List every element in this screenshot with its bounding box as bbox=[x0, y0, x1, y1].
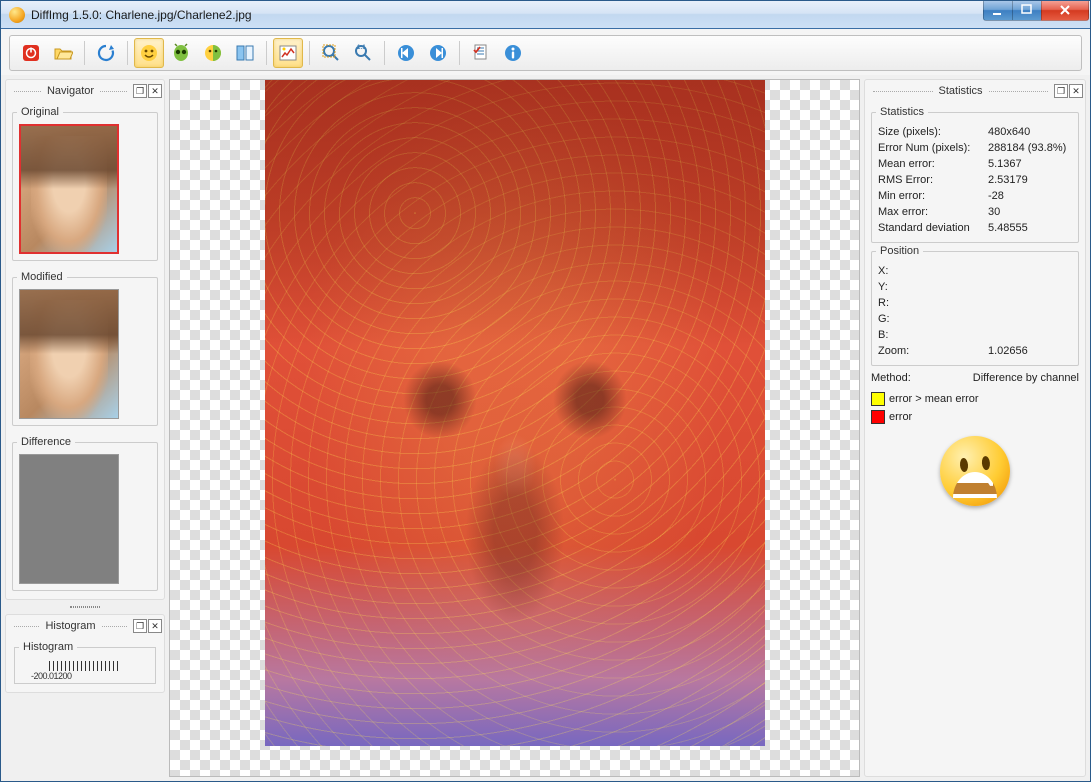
histogram-group: Histogram -200.01200 bbox=[14, 641, 156, 684]
statistics-title: Statistics bbox=[939, 85, 983, 97]
histogram-title: Histogram bbox=[45, 620, 95, 632]
maximize-button[interactable] bbox=[1012, 1, 1042, 21]
preferences-button[interactable] bbox=[466, 38, 496, 68]
original-label: Original bbox=[17, 106, 63, 118]
original-group: Original bbox=[12, 106, 158, 261]
position-group: Position X: Y: R: G: B: Zoom:1.02656 bbox=[871, 245, 1079, 366]
pos-y-label: Y: bbox=[878, 281, 988, 293]
stat-rms-label: RMS Error: bbox=[878, 174, 988, 186]
legend-yellow-swatch bbox=[871, 392, 885, 406]
show-diff-image-button[interactable] bbox=[273, 38, 303, 68]
statistics-group: Statistics Size (pixels):480x640 Error N… bbox=[871, 106, 1079, 243]
modified-thumbnail[interactable] bbox=[19, 289, 119, 419]
next-button[interactable] bbox=[423, 38, 453, 68]
difference-group: Difference bbox=[12, 436, 158, 591]
method-label: Method: bbox=[871, 372, 921, 384]
navigator-close-button[interactable]: ✕ bbox=[148, 84, 162, 98]
statistics-panel: Statistics ❐ ✕ Statistics Size (pixels):… bbox=[864, 79, 1086, 777]
stat-rms-value: 2.53179 bbox=[988, 174, 1072, 186]
histogram-float-button[interactable]: ❐ bbox=[133, 619, 147, 633]
minimize-button[interactable] bbox=[983, 1, 1013, 21]
navigator-body: Original Modified Difference bbox=[8, 100, 162, 597]
navigator-title: Navigator bbox=[47, 85, 94, 97]
stat-errnum-label: Error Num (pixels): bbox=[878, 142, 988, 154]
navigator-panel: Navigator ❐ ✕ Original Modified bbox=[5, 79, 165, 600]
show-original-button[interactable] bbox=[134, 38, 164, 68]
show-difference-button[interactable] bbox=[198, 38, 228, 68]
histogram-group-label: Histogram bbox=[19, 641, 77, 653]
left-column: Navigator ❐ ✕ Original Modified bbox=[5, 79, 165, 777]
stat-mean-label: Mean error: bbox=[878, 158, 988, 170]
pos-r-value bbox=[988, 297, 1072, 309]
window-controls bbox=[984, 1, 1089, 21]
pos-r-label: R: bbox=[878, 297, 988, 309]
statistics-float-button[interactable]: ❐ bbox=[1054, 84, 1068, 98]
app-window: DiffImg 1.5.0: Charlene.jpg/Charlene2.jp… bbox=[0, 0, 1091, 782]
pos-g-label: G: bbox=[878, 313, 988, 325]
sad-face-icon bbox=[940, 436, 1010, 506]
stat-max-value: 30 bbox=[988, 206, 1072, 218]
method-value: Difference by channel bbox=[921, 372, 1079, 384]
navigator-header: Navigator ❐ ✕ bbox=[8, 82, 162, 100]
legend-red-swatch bbox=[871, 410, 885, 424]
legend-yellow-label: error > mean error bbox=[889, 393, 979, 405]
pos-b-value bbox=[988, 329, 1072, 341]
content-area: Navigator ❐ ✕ Original Modified bbox=[1, 75, 1090, 781]
fit-window-button[interactable] bbox=[316, 38, 346, 68]
histogram-ruler bbox=[49, 661, 119, 671]
prev-button[interactable] bbox=[391, 38, 421, 68]
statistics-header: Statistics ❐ ✕ bbox=[867, 82, 1083, 100]
statistics-body: Statistics Size (pixels):480x640 Error N… bbox=[867, 100, 1083, 520]
statistics-close-button[interactable]: ✕ bbox=[1069, 84, 1083, 98]
window-title: DiffImg 1.5.0: Charlene.jpg/Charlene2.jp… bbox=[31, 8, 984, 22]
refresh-button[interactable] bbox=[91, 38, 121, 68]
close-button[interactable] bbox=[1041, 1, 1089, 21]
modified-label: Modified bbox=[17, 271, 67, 283]
difference-label: Difference bbox=[17, 436, 75, 448]
stat-size-value: 480x640 bbox=[988, 126, 1072, 138]
pos-zoom-value: 1.02656 bbox=[988, 345, 1072, 357]
titlebar[interactable]: DiffImg 1.5.0: Charlene.jpg/Charlene2.jp… bbox=[1, 1, 1090, 29]
about-button[interactable] bbox=[498, 38, 528, 68]
toolbar-area: 1:1 bbox=[1, 29, 1090, 75]
stat-min-value: -28 bbox=[988, 190, 1072, 202]
stat-stddev-value: 5.48555 bbox=[988, 222, 1072, 234]
stat-size-label: Size (pixels): bbox=[878, 126, 988, 138]
pos-g-value bbox=[988, 313, 1072, 325]
stat-stddev-label: Standard deviation bbox=[878, 222, 988, 234]
statistics-group-label: Statistics bbox=[876, 106, 928, 118]
histogram-axis: -200.01200 bbox=[31, 671, 149, 681]
histogram-close-button[interactable]: ✕ bbox=[148, 619, 162, 633]
actual-size-button[interactable]: 1:1 bbox=[348, 38, 378, 68]
toolbar: 1:1 bbox=[9, 35, 1082, 71]
pos-x-label: X: bbox=[878, 265, 988, 277]
navigator-float-button[interactable]: ❐ bbox=[133, 84, 147, 98]
legend-red-label: error bbox=[889, 411, 912, 423]
show-modified-button[interactable] bbox=[166, 38, 196, 68]
main-image-view[interactable] bbox=[169, 79, 860, 777]
original-thumbnail[interactable] bbox=[19, 124, 119, 254]
quit-button[interactable] bbox=[16, 38, 46, 68]
pos-b-label: B: bbox=[878, 329, 988, 341]
svg-text:1:1: 1:1 bbox=[357, 45, 366, 51]
histogram-panel: Histogram ❐ ✕ Histogram -200.01200 bbox=[5, 614, 165, 693]
pos-y-value bbox=[988, 281, 1072, 293]
stat-mean-value: 5.1367 bbox=[988, 158, 1072, 170]
app-icon bbox=[9, 7, 25, 23]
difference-thumbnail[interactable] bbox=[19, 454, 119, 584]
position-group-label: Position bbox=[876, 245, 923, 257]
right-column: Statistics ❐ ✕ Statistics Size (pixels):… bbox=[864, 79, 1086, 777]
difference-image bbox=[265, 80, 765, 746]
panel-splitter[interactable] bbox=[5, 604, 165, 610]
stat-min-label: Min error: bbox=[878, 190, 988, 202]
pos-zoom-label: Zoom: bbox=[878, 345, 988, 357]
open-button[interactable] bbox=[48, 38, 78, 68]
dual-panel-button[interactable] bbox=[230, 38, 260, 68]
modified-group: Modified bbox=[12, 271, 158, 426]
stat-max-label: Max error: bbox=[878, 206, 988, 218]
histogram-body: Histogram -200.01200 bbox=[8, 635, 162, 690]
pos-x-value bbox=[988, 265, 1072, 277]
histogram-header: Histogram ❐ ✕ bbox=[8, 617, 162, 635]
stat-errnum-value: 288184 (93.8%) bbox=[988, 142, 1072, 154]
